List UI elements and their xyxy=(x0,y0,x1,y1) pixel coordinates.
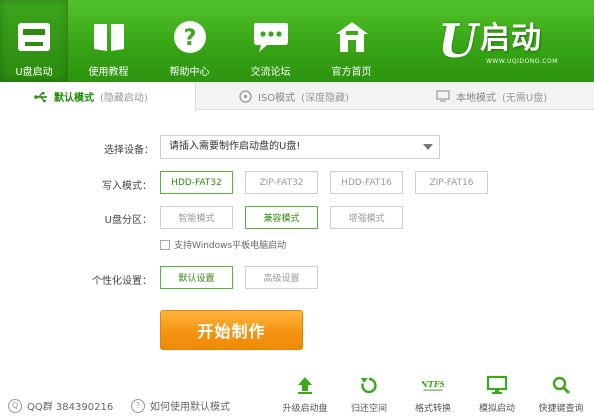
device-label: 选择设备： xyxy=(104,145,154,156)
tablet-boot-checkbox-row[interactable]: 支持Windows平板电脑启动 xyxy=(160,238,286,251)
partition-smart-mode[interactable]: 智能模式 xyxy=(160,206,233,229)
nav-label: 帮助中心 xyxy=(169,67,210,78)
qq-group-text: QQ群 384390216 xyxy=(27,402,114,413)
nav-home[interactable]: 官方首页 xyxy=(311,0,392,82)
howto-link[interactable]: ? 如何使用默认模式 xyxy=(131,398,230,413)
tool-label: 快捷键查询 xyxy=(538,404,584,414)
book-icon xyxy=(90,18,128,56)
start-button[interactable]: 开始制作 xyxy=(160,310,303,350)
tablet-boot-label: 支持Windows平板电脑启动 xyxy=(174,241,287,251)
svg-text:?: ? xyxy=(183,26,196,51)
dropdown-arrow-icon xyxy=(423,144,433,150)
upgrade-arrow-icon xyxy=(294,374,316,396)
howto-text: 如何使用默认模式 xyxy=(150,402,230,413)
nav-label: 官方首页 xyxy=(331,67,372,78)
write-mode-hdd-fat32[interactable]: HDD-FAT32 xyxy=(160,171,233,194)
default-settings-button[interactable]: 默认设置 xyxy=(160,266,233,289)
tab-label: 默认模式 xyxy=(54,93,94,104)
disc-icon xyxy=(238,89,252,103)
write-mode-label: 写入模式： xyxy=(102,181,152,192)
nav-tutorial[interactable]: 使用教程 xyxy=(68,0,149,82)
svg-text:NTFS: NTFS xyxy=(422,379,444,389)
header-bar: U盘启动 使用教程 ? 帮助中心 交流论坛 官方首页 U 启动 WWW.UQID… xyxy=(0,0,594,82)
tab-label: ISO模式 xyxy=(258,92,296,104)
tool-upgrade-boot-disk[interactable]: 升级启动盘 xyxy=(277,374,333,414)
device-select[interactable]: 请插入需要制作启动盘的U盘! xyxy=(160,135,440,159)
tab-sublabel: (无需U盘) xyxy=(502,92,548,104)
logo-text: 启动 xyxy=(480,21,542,56)
tool-restore-space[interactable]: 归还空间 xyxy=(341,374,397,414)
tool-label: 格式转换 xyxy=(414,404,451,414)
tab-iso-mode[interactable]: ISO模式 (深度隐藏) xyxy=(196,82,392,110)
tool-simulate-boot[interactable]: 模拟启动 xyxy=(469,374,525,414)
question-icon: ? xyxy=(131,398,145,413)
tab-label: 本地模式 xyxy=(456,92,496,104)
qq-group-link[interactable]: Q QQ群 384390216 xyxy=(8,398,113,413)
custom-settings-label: 个性化设置： xyxy=(92,276,152,287)
write-mode-zip-fat32[interactable]: ZIP-FAT32 xyxy=(245,171,318,194)
monitor-small-icon xyxy=(436,89,450,103)
write-mode-hdd-fat16[interactable]: HDD-FAT16 xyxy=(330,171,403,194)
tool-format-convert[interactable]: NTFS 格式转换 xyxy=(405,374,461,414)
logo-url: WWW.UQIDONG.COM xyxy=(486,58,558,65)
write-mode-zip-fat16[interactable]: ZIP-FAT16 xyxy=(415,171,488,194)
qq-icon: Q xyxy=(8,398,22,413)
monitor-icon xyxy=(486,374,508,396)
advanced-settings-button[interactable]: 高级设置 xyxy=(245,266,318,289)
tool-label: 模拟启动 xyxy=(478,404,515,414)
chat-icon xyxy=(252,18,290,56)
usb-symbol-icon xyxy=(34,90,48,104)
help-icon: ? xyxy=(171,18,209,56)
tab-sublabel: (深度隐藏) xyxy=(301,92,349,104)
usb-drive-icon xyxy=(15,18,53,56)
nav-usb-boot[interactable]: U盘启动 xyxy=(0,0,68,82)
restore-icon xyxy=(358,374,380,396)
app-logo: U 启动 WWW.UQIDONG.COM xyxy=(438,18,566,74)
main-nav: U盘启动 使用教程 ? 帮助中心 交流论坛 官方首页 xyxy=(0,0,392,82)
tab-default-mode[interactable]: 默认模式 (隐藏启动) xyxy=(0,82,196,111)
nav-forum[interactable]: 交流论坛 xyxy=(230,0,311,82)
partition-enhanced-mode[interactable]: 增强模式 xyxy=(330,206,403,229)
ntfs-icon: NTFS xyxy=(422,374,444,396)
tool-label: 升级启动盘 xyxy=(282,404,328,414)
partition-label: U盘分区： xyxy=(104,215,152,226)
tablet-boot-checkbox[interactable] xyxy=(160,239,170,250)
device-select-value: 请插入需要制作启动盘的U盘! xyxy=(169,141,301,152)
tab-local-mode[interactable]: 本地模式 (无需U盘) xyxy=(392,82,594,110)
mode-tabs: 默认模式 (隐藏启动) ISO模式 (深度隐藏) 本地模式 (无需U盘) xyxy=(0,82,594,111)
partition-compatible-mode[interactable]: 兼容模式 xyxy=(245,206,318,229)
tab-sublabel: (隐藏启动) xyxy=(100,93,148,104)
home-icon xyxy=(333,18,371,56)
tool-hotkey-query[interactable]: 快捷键查询 xyxy=(533,374,589,414)
tool-label: 归还空间 xyxy=(350,404,387,414)
nav-help-center[interactable]: ? 帮助中心 xyxy=(149,0,230,82)
nav-label: 使用教程 xyxy=(88,67,129,78)
logo-letter: U xyxy=(438,14,479,68)
search-icon xyxy=(550,374,572,396)
nav-label: U盘启动 xyxy=(15,67,53,78)
nav-label: 交流论坛 xyxy=(250,67,291,78)
